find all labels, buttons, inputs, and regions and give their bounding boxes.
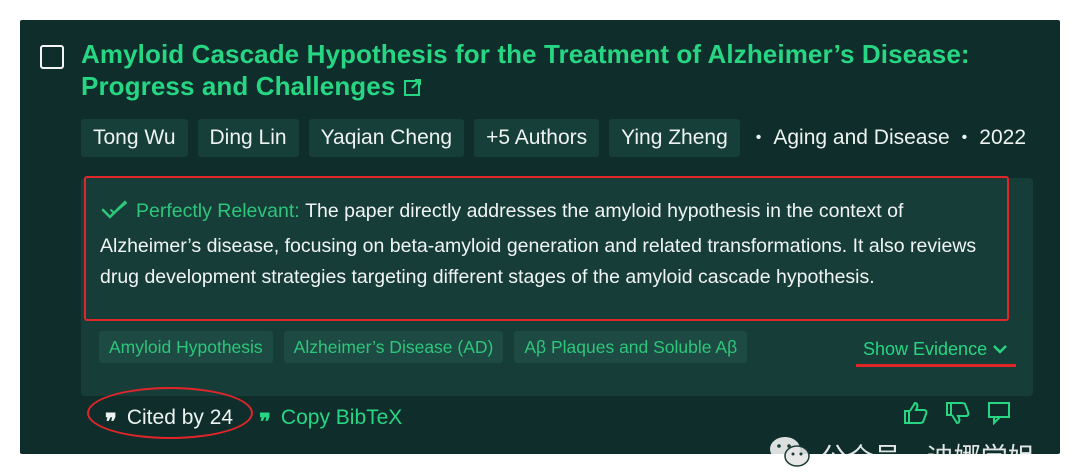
publication-year: 2022 — [979, 126, 1026, 149]
separator-dot: • — [755, 129, 762, 146]
show-evidence-button[interactable]: Show Evidence — [863, 336, 1007, 361]
feedback-actions — [902, 401, 1028, 426]
quote-icon: ❞ — [259, 409, 271, 435]
relevance-label: Perfectly Relevant: — [136, 200, 300, 222]
author-chip[interactable]: Yaqian Cheng — [308, 119, 465, 157]
action-row: ❞ Cited by 24 ❞ Copy BibTeX — [87, 387, 402, 439]
thumbs-up-icon[interactable] — [902, 401, 930, 425]
author-chip[interactable]: Ying Zheng — [609, 119, 740, 157]
topic-tag[interactable]: Aβ Plaques and Soluble Aβ — [514, 331, 748, 363]
separator-dot: • — [961, 129, 968, 146]
wechat-icon — [768, 434, 812, 474]
thumbs-down-icon[interactable] — [944, 401, 972, 425]
show-evidence-label[interactable]: Show Evidence — [863, 339, 987, 359]
relevance-summary: Perfectly Relevant: The paper directly a… — [100, 196, 995, 293]
copy-bibtex-button[interactable]: ❞ Copy BibTeX — [259, 403, 402, 433]
journal-name: Aging and Disease — [773, 126, 950, 149]
external-link-icon[interactable] — [403, 72, 423, 104]
relevance-box: Perfectly Relevant: The paper directly a… — [84, 176, 1009, 321]
paper-title-link[interactable]: Amyloid Cascade Hypothesis for the Treat… — [81, 38, 1021, 104]
topic-tag[interactable]: Amyloid Hypothesis — [99, 331, 273, 363]
watermark: 公众号 · 迪娜学姐 — [768, 434, 1035, 474]
topic-tag[interactable]: Alzheimer’s Disease (AD) — [283, 331, 504, 363]
author-chip[interactable]: Ding Lin — [197, 119, 299, 157]
check-badge-icon — [100, 199, 130, 231]
paper-title[interactable]: Amyloid Cascade Hypothesis for the Treat… — [81, 39, 970, 101]
paper-card: Amyloid Cascade Hypothesis for the Treat… — [20, 20, 1060, 474]
annotation-ellipse — [87, 387, 253, 439]
annotation-underline — [856, 364, 1016, 367]
watermark-text: 公众号 · 迪娜学姐 — [820, 443, 1035, 474]
select-checkbox[interactable] — [40, 45, 64, 69]
topic-tags: Amyloid Hypothesis Alzheimer’s Disease (… — [99, 331, 758, 363]
cited-by-button[interactable]: ❞ Cited by 24 — [87, 387, 253, 439]
more-authors-button[interactable]: +5 Authors — [474, 119, 600, 157]
copy-bibtex-label[interactable]: Copy BibTeX — [281, 406, 402, 430]
chevron-down-icon[interactable] — [993, 336, 1007, 360]
author-chip[interactable]: Tong Wu — [81, 119, 188, 157]
comment-icon[interactable] — [986, 401, 1014, 426]
author-row: Tong Wu Ding Lin Yaqian Cheng +5 Authors… — [81, 119, 1026, 157]
